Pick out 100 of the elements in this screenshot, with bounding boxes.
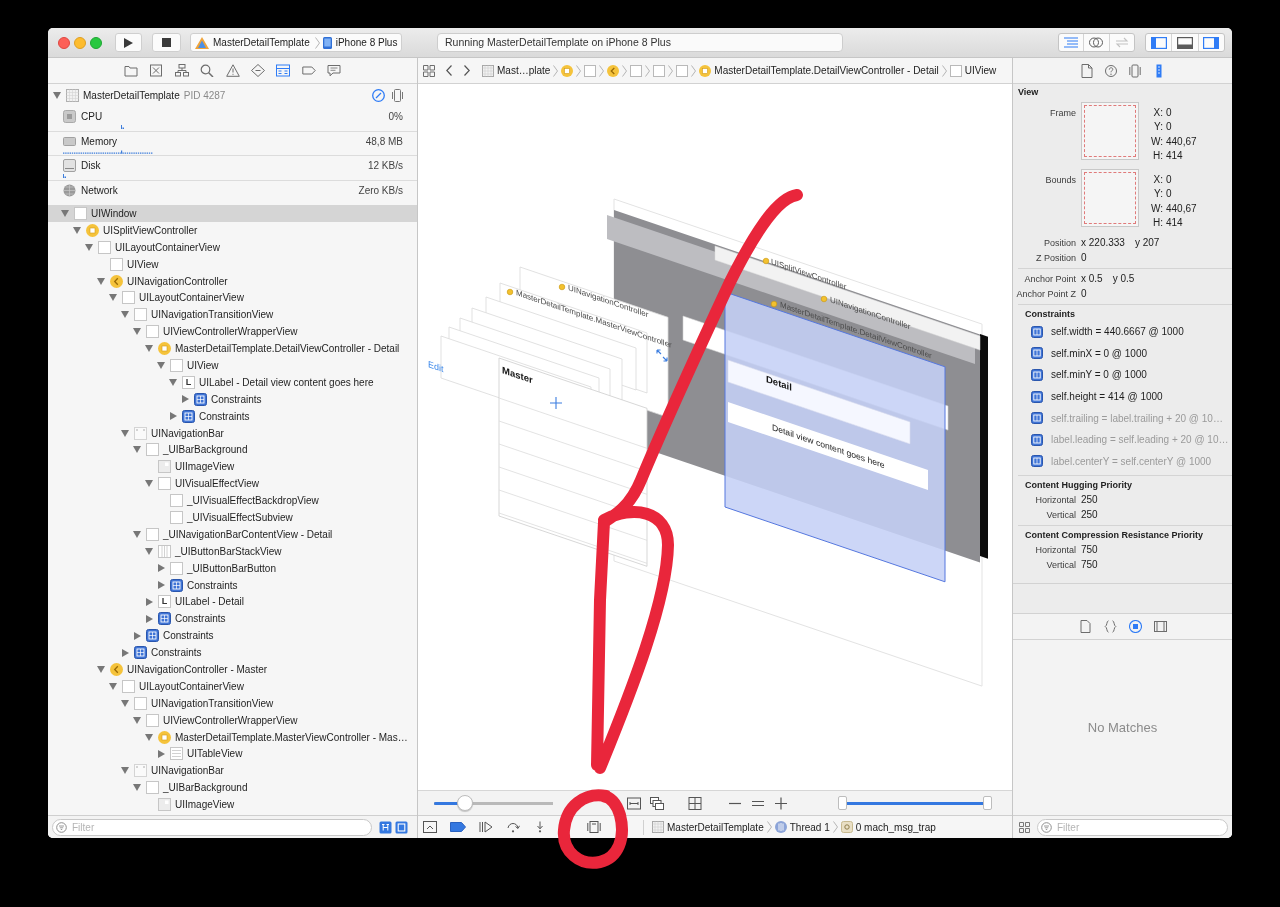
jump-bar-item[interactable]: Mast…plate — [482, 64, 551, 77]
tree-row[interactable]: UINavigationBar — [48, 762, 417, 780]
device-outline-icon[interactable] — [587, 821, 601, 833]
disclosure-triangle-icon[interactable] — [157, 581, 165, 590]
disclosure-triangle-icon[interactable] — [145, 614, 153, 623]
scheme-button[interactable]: MasterDetailTemplate — [195, 36, 312, 49]
diamond-icon[interactable] — [250, 64, 265, 77]
tree-row[interactable]: Constraints — [48, 644, 417, 662]
debug-path-item[interactable]: MasterDetailTemplate — [652, 821, 764, 833]
debug-path-item[interactable]: 0 mach_msg_trap — [840, 821, 936, 833]
debug-path-item[interactable]: Thread 1 — [774, 821, 830, 833]
run-button[interactable] — [115, 33, 142, 52]
x-box-icon[interactable] — [149, 64, 164, 77]
tree-row[interactable]: UILayoutContainerView — [48, 238, 417, 256]
range-handle[interactable] — [838, 796, 847, 810]
tree-row[interactable]: UISplitViewController — [48, 221, 417, 239]
warning-icon[interactable] — [225, 64, 240, 77]
tree-row[interactable]: _UIBarBackground — [48, 441, 417, 459]
speech-bubble-icon[interactable] — [327, 64, 342, 77]
disclosure-triangle-icon[interactable] — [145, 480, 153, 488]
tree-row[interactable]: UITableView — [48, 745, 417, 763]
disclosure-triangle-icon[interactable] — [109, 682, 117, 690]
jump-bar-item[interactable]: MasterDetailTemplate.DetailViewController - Detail — [699, 64, 939, 77]
plus-icon[interactable] — [774, 796, 788, 810]
filter-field[interactable]: Filter — [52, 818, 372, 836]
tree-row[interactable]: UINavigationBar — [48, 424, 417, 442]
tree-row[interactable]: L UILabel - Detail — [48, 593, 417, 611]
layers-icon[interactable] — [650, 796, 664, 810]
disclosure-triangle-icon[interactable] — [157, 749, 165, 758]
help-icon[interactable] — [1104, 63, 1117, 78]
braces-icon[interactable] — [1103, 620, 1117, 633]
tree-row[interactable]: UILayoutContainerView — [48, 289, 417, 307]
navigation-controller-icon[interactable] — [607, 64, 620, 77]
file-icon[interactable] — [1078, 620, 1092, 633]
close-button[interactable] — [58, 36, 70, 49]
tree-row[interactable]: UIView — [48, 255, 417, 273]
disclosure-triangle-icon[interactable] — [169, 412, 177, 421]
disclosure-triangle-icon[interactable] — [145, 597, 153, 606]
disclosure-triangle-icon[interactable] — [109, 294, 117, 302]
tree-row[interactable]: UIVisualEffectView — [48, 475, 417, 493]
disclosure-triangle-icon[interactable] — [157, 361, 165, 369]
tree-row[interactable]: Constraints — [48, 576, 417, 594]
zoom-button[interactable] — [90, 36, 102, 49]
disclosure-triangle-icon[interactable] — [145, 733, 153, 741]
forward-chevron-icon[interactable] — [464, 65, 470, 76]
constraint-text[interactable]: self.minX = 0 @ 1000 — [1051, 347, 1148, 359]
disclosure-triangle-icon[interactable] — [97, 666, 105, 673]
disclosure-triangle-icon[interactable] — [121, 767, 129, 775]
dial-icon[interactable] — [372, 89, 385, 102]
disclosure-triangle-icon[interactable] — [169, 378, 177, 386]
tree-row[interactable]: UIViewControllerWrapperView — [48, 711, 417, 729]
destination-button[interactable]: iPhone 8 Plus — [322, 36, 400, 49]
tree-row[interactable]: Constraints — [48, 390, 417, 408]
filter-field[interactable]: Filter — [1037, 818, 1228, 836]
bar-play-icon[interactable] — [479, 821, 493, 833]
width-measure-icon[interactable] — [627, 796, 641, 810]
right-panel-icon[interactable] — [1203, 36, 1220, 49]
range-handle[interactable] — [983, 796, 992, 810]
stop-button[interactable] — [152, 33, 181, 52]
disclosure-triangle-icon[interactable] — [145, 547, 153, 555]
disclosure-triangle-icon[interactable] — [133, 716, 141, 724]
tree-row[interactable]: _UIVisualEffectBackdropView — [48, 492, 417, 510]
grid-icon[interactable] — [423, 64, 435, 77]
search-icon[interactable] — [200, 64, 215, 77]
disclosure-triangle-icon[interactable] — [121, 311, 129, 319]
table-icon[interactable] — [276, 64, 291, 77]
disclosure-triangle-icon[interactable] — [121, 429, 129, 437]
disclosure-triangle-icon[interactable] — [133, 446, 141, 454]
tree-row[interactable]: L UILabel - Detail view content goes here — [48, 373, 417, 391]
tree-row[interactable]: UINavigationController — [48, 272, 417, 290]
jump-bar-item[interactable]: UIView — [949, 64, 997, 77]
tree-row[interactable]: Constraints — [48, 610, 417, 628]
grid-icon[interactable] — [688, 796, 702, 810]
bracket-tile-icon[interactable] — [379, 820, 392, 834]
tag-icon[interactable] — [301, 64, 316, 77]
back-chevron-icon[interactable] — [446, 65, 452, 76]
disclosure-triangle-icon[interactable] — [133, 328, 141, 336]
constraint-text[interactable]: self.height = 414 @ 1000 — [1051, 391, 1163, 403]
tree-row[interactable]: UIWindow — [48, 205, 417, 222]
tree-row[interactable]: _UIVisualEffectSubview — [48, 509, 417, 526]
square-tile-icon[interactable] — [395, 820, 408, 834]
file-icon[interactable] — [1080, 63, 1093, 78]
device-icon[interactable] — [1128, 63, 1141, 78]
disclosure-triangle-icon[interactable] — [145, 345, 153, 353]
arc-arrow-icon[interactable] — [506, 821, 520, 833]
disclosure-triangle-icon[interactable] — [53, 92, 61, 99]
overlapping-circles-icon[interactable] — [1089, 37, 1104, 48]
disclosure-triangle-icon[interactable] — [73, 226, 81, 234]
disclosure-triangle-icon[interactable] — [133, 784, 141, 792]
film-icon[interactable] — [1153, 620, 1167, 633]
tree-row[interactable]: UIViewControllerWrapperView — [48, 323, 417, 341]
tree-row[interactable]: UINavigationTransitionView — [48, 694, 417, 712]
tree-row[interactable]: UINavigationController - Master — [48, 661, 417, 678]
tree-row[interactable]: _UINavigationBarContentView - Detail — [48, 525, 417, 543]
caret-box-icon[interactable] — [423, 821, 437, 833]
constraint-text[interactable]: self.width = 440.6667 @ 1000 — [1051, 326, 1184, 338]
tree-row[interactable]: _UIButtonBarStackView — [48, 542, 417, 560]
disclosure-triangle-icon[interactable] — [97, 277, 105, 285]
device-icon[interactable] — [392, 89, 403, 102]
disclosure-triangle-icon[interactable] — [121, 699, 129, 707]
